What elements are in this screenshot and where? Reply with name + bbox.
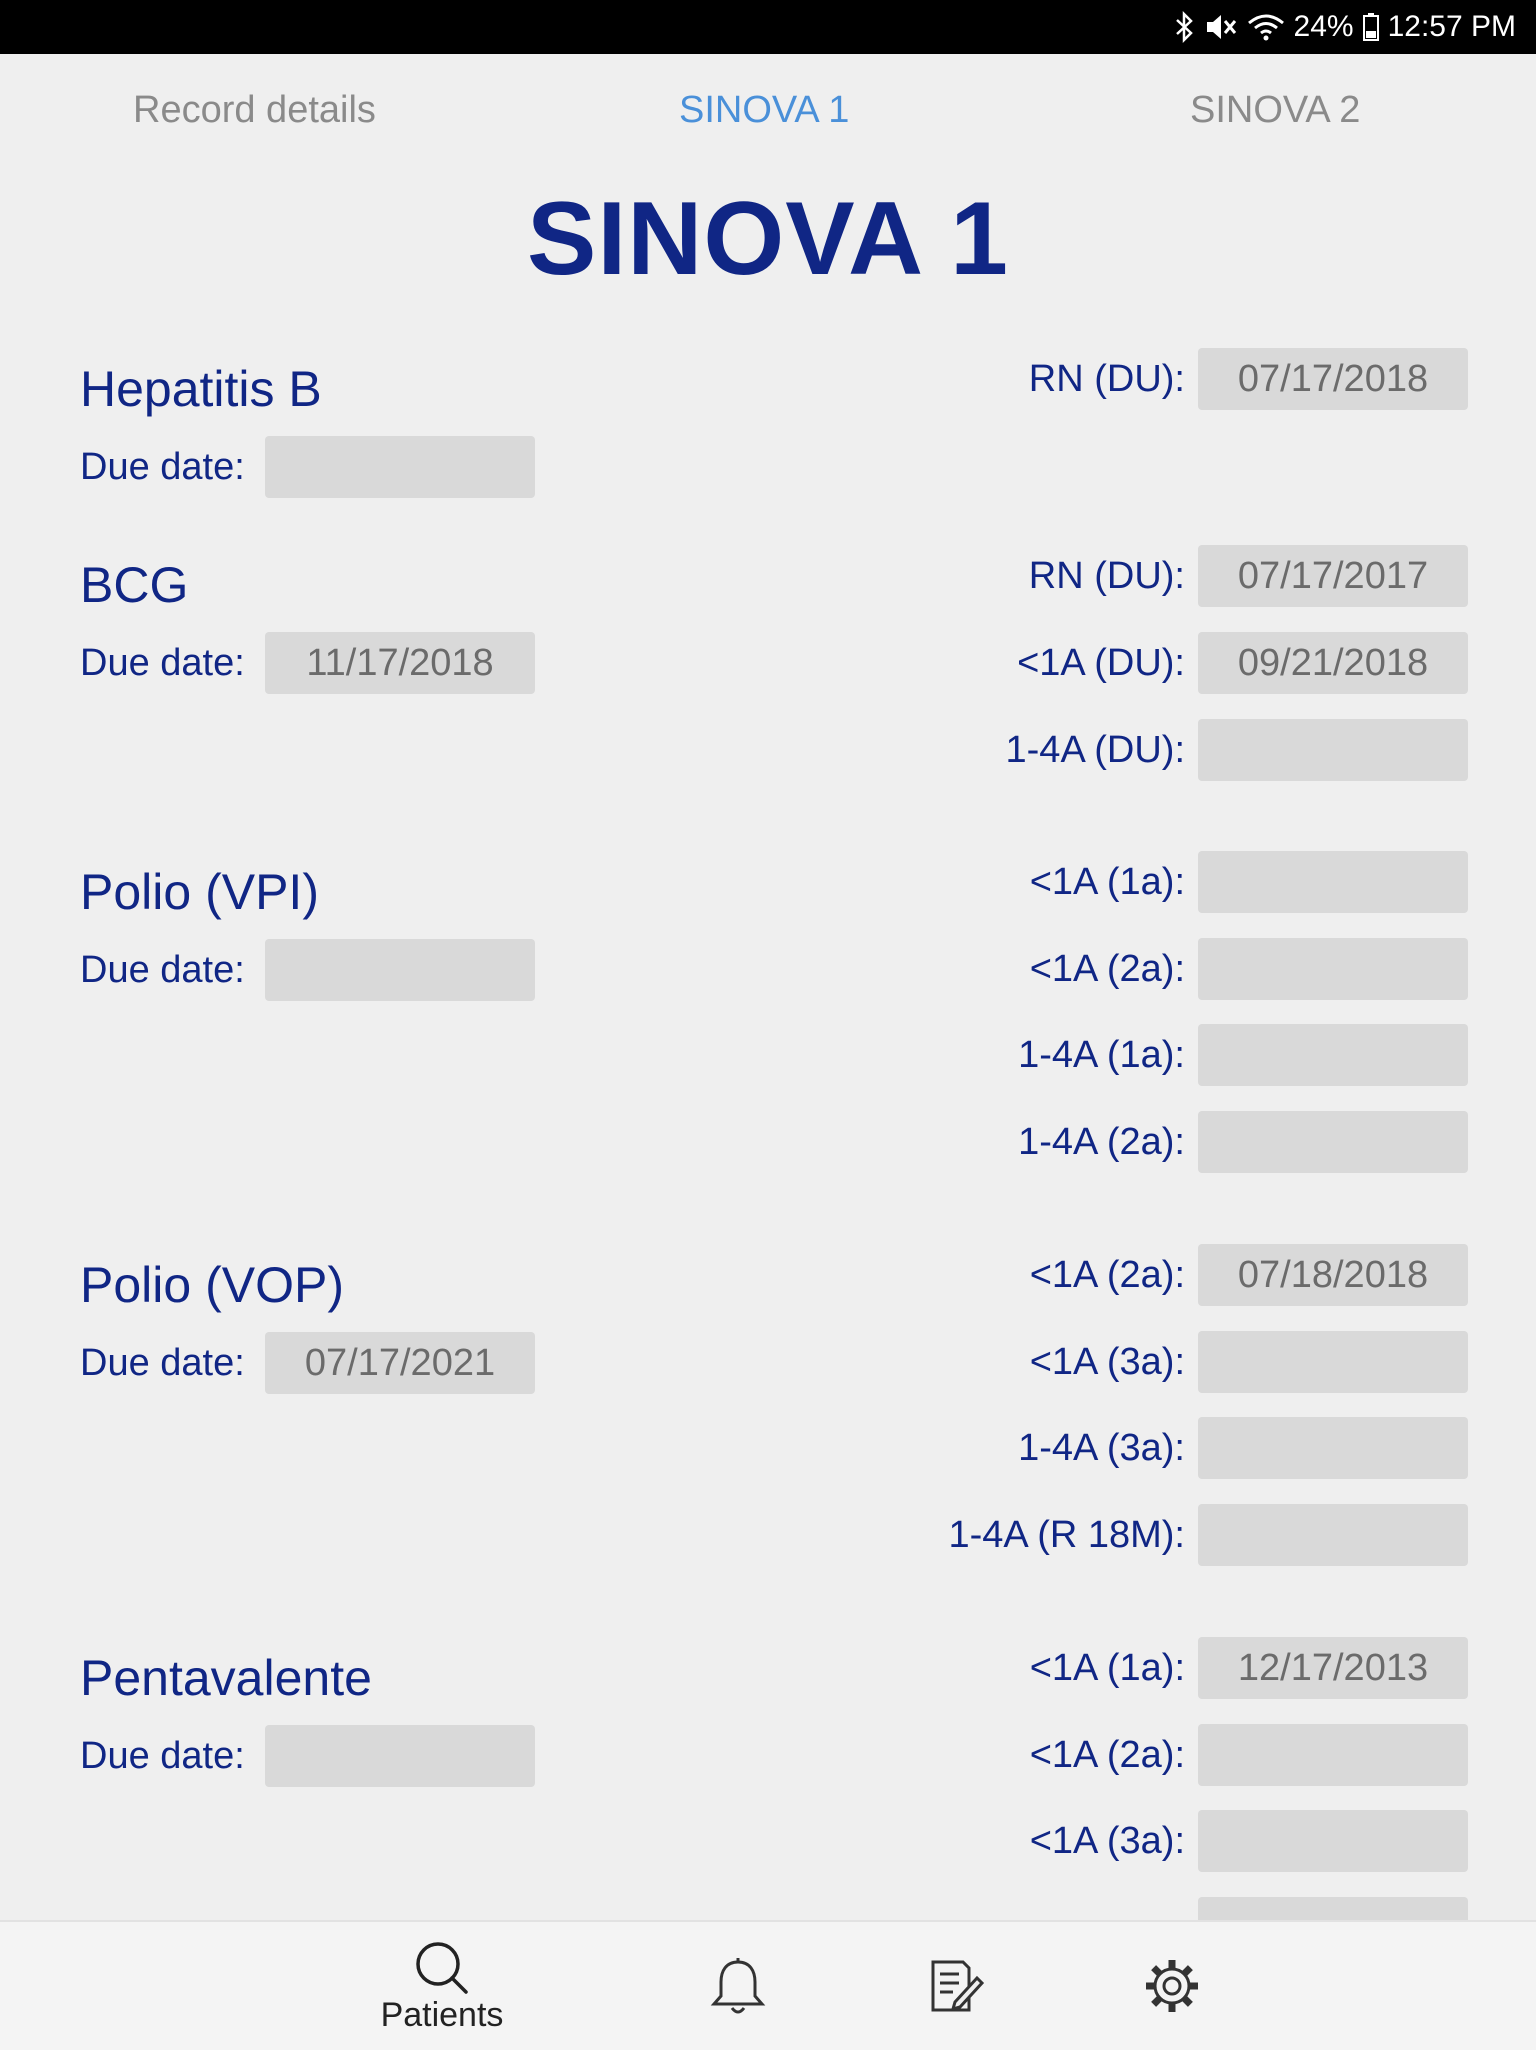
due-date-label: Due date:: [80, 949, 245, 991]
dose-date-field[interactable]: [1198, 1024, 1468, 1086]
edit-document-icon: [925, 1956, 985, 2016]
dose-date-field[interactable]: [1198, 1724, 1468, 1786]
mute-icon: [1204, 11, 1238, 43]
due-date-label: Due date:: [80, 1735, 245, 1777]
dose-label: RN (DU):: [1028, 358, 1185, 400]
status-bar: 24% 12:57 PM: [0, 0, 1536, 54]
dose-label: <1A (2a):: [1029, 1734, 1185, 1776]
bottom-nav: Patients: [0, 1920, 1536, 2050]
wifi-icon: [1246, 11, 1286, 43]
vaccine-name: Pentavalente: [80, 1650, 372, 1706]
dose-date-field[interactable]: [1198, 938, 1468, 1000]
bluetooth-icon: [1174, 11, 1196, 43]
due-date-field[interactable]: [265, 939, 535, 1001]
tab-record-details[interactable]: Record details: [133, 54, 376, 169]
dose-label: <1A (3a):: [1029, 1341, 1185, 1383]
due-date-field[interactable]: 07/17/2021: [265, 1332, 535, 1394]
due-date-label: Due date:: [80, 642, 245, 684]
nav-patients[interactable]: Patients: [370, 1922, 514, 2050]
nav-records[interactable]: [925, 1922, 989, 2050]
page-title: SINOVA 1: [527, 181, 1009, 297]
dose-date-field[interactable]: [1198, 1504, 1468, 1566]
dose-date-field[interactable]: [1198, 1331, 1468, 1393]
gear-icon: [1142, 1956, 1202, 2016]
dose-date-field[interactable]: 07/17/2017: [1198, 545, 1468, 607]
dose-date-field[interactable]: [1198, 719, 1468, 781]
dose-label: 1-4A (DU):: [1005, 729, 1185, 771]
due-date-label: Due date:: [80, 1342, 245, 1384]
battery-level: 24%: [1293, 10, 1354, 43]
tab-bar: Record details SINOVA 1 SINOVA 2: [0, 54, 1536, 169]
vaccine-name: Polio (VPI): [80, 864, 319, 920]
dose-label: <1A (2a):: [1029, 948, 1185, 990]
dose-label: 1-4A (3a):: [1018, 1427, 1185, 1469]
dose-label: <1A (1a):: [1029, 861, 1185, 903]
dose-date-field[interactable]: [1198, 1810, 1468, 1872]
dose-label: RN (DU):: [1028, 555, 1185, 597]
dose-label: <1A (DU):: [1017, 642, 1185, 684]
clock: 12:57 PM: [1387, 10, 1516, 43]
due-date-field[interactable]: [265, 1725, 535, 1787]
search-icon: [412, 1938, 472, 1998]
dose-date-field[interactable]: [1198, 851, 1468, 913]
dose-date-field[interactable]: 09/21/2018: [1198, 632, 1468, 694]
vaccine-name: Polio (VOP): [80, 1257, 344, 1313]
tab-sinova-1[interactable]: SINOVA 1: [679, 54, 849, 169]
due-date-field[interactable]: [265, 436, 535, 498]
vaccine-name: Hepatitis B: [80, 361, 322, 417]
dose-label: 1-4A (R 18M):: [948, 1514, 1185, 1556]
battery-icon: [1362, 11, 1380, 43]
bell-icon: [708, 1956, 768, 2018]
nav-notifications[interactable]: [708, 1922, 772, 2050]
nav-patients-label: Patients: [380, 1996, 504, 2034]
tab-sinova-2[interactable]: SINOVA 2: [1190, 54, 1360, 169]
due-date-label: Due date:: [80, 446, 245, 488]
dose-date-field[interactable]: 07/18/2018: [1198, 1244, 1468, 1306]
dose-date-field[interactable]: [1198, 1417, 1468, 1479]
dose-label: 1-4A (2a):: [1018, 1121, 1185, 1163]
due-date-field[interactable]: 11/17/2018: [265, 632, 535, 694]
dose-label: 1-4A (1a):: [1018, 1034, 1185, 1076]
dose-label: <1A (2a):: [1029, 1254, 1185, 1296]
dose-label: <1A (1a):: [1029, 1647, 1185, 1689]
dose-date-field[interactable]: 12/17/2013: [1198, 1637, 1468, 1699]
dose-label: <1A (3a):: [1029, 1820, 1185, 1862]
dose-date-field[interactable]: 07/17/2018: [1198, 348, 1468, 410]
nav-settings[interactable]: [1142, 1922, 1206, 2050]
dose-date-field[interactable]: [1198, 1111, 1468, 1173]
vaccine-name: BCG: [80, 557, 189, 613]
